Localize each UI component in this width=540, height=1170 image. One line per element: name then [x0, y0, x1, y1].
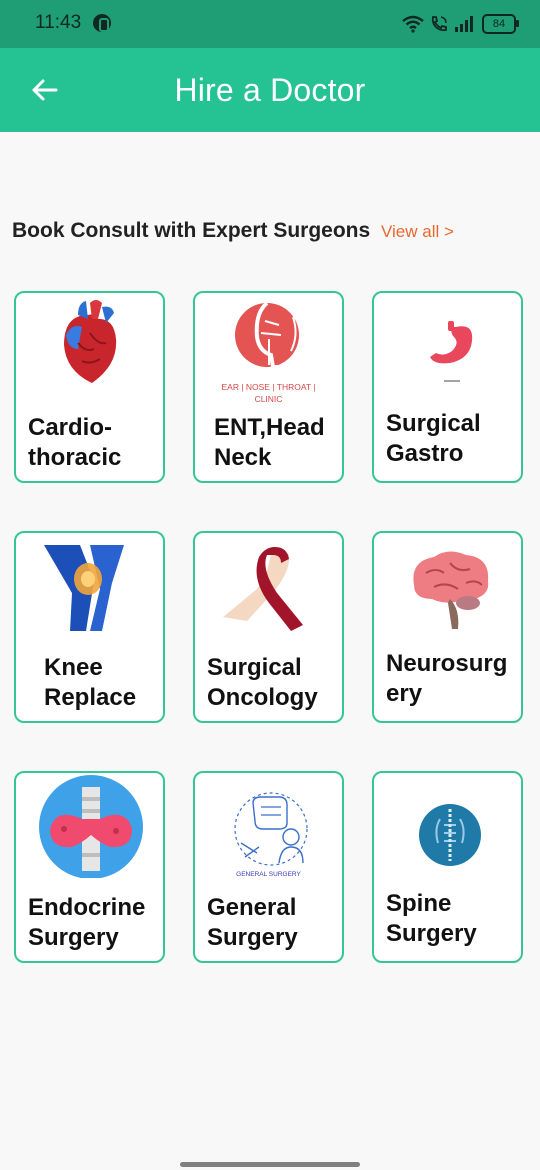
section-title: Book Consult with Expert Surgeons — [12, 219, 371, 242]
thyroid-icon — [39, 775, 143, 878]
specialty-label: Surgical Oncology — [207, 654, 318, 711]
heart-icon — [64, 300, 117, 383]
specialty-label: Surgical Gastro — [386, 410, 481, 467]
specialty-card-surgical-oncology[interactable]: Surgical Oncology — [193, 531, 344, 723]
specialty-card-surgical-gastro[interactable]: Surgical Gastro — [372, 291, 523, 483]
brain-icon — [413, 551, 489, 629]
ribbon-icon — [223, 547, 303, 631]
home-indicator[interactable] — [180, 1162, 360, 1167]
view-all-link[interactable]: View all > — [381, 222, 454, 242]
specialty-label: Spine Surgery — [386, 890, 477, 947]
specialty-label: Neurosurg ery — [386, 650, 508, 707]
general-surgery-icon — [234, 792, 308, 866]
specialty-label: Endocrine Surgery — [28, 894, 146, 951]
specialty-card-spine-surgery[interactable]: Spine Surgery — [372, 771, 523, 963]
status-time: 11:43 — [35, 12, 82, 33]
section-header: Book Consult with Expert Surgeons View a… — [12, 218, 528, 248]
specialty-card-endocrine-surgery[interactable]: Endocrine Surgery — [14, 771, 165, 963]
specialty-label: General Surgery — [207, 894, 298, 951]
specialty-card-general-surgery[interactable]: GENERAL SURGERY General Surgery — [193, 771, 344, 963]
battery-icon: 84 — [482, 14, 519, 34]
specialty-label: ENT,Head Neck — [214, 414, 325, 471]
signal-icon — [455, 16, 473, 32]
page-title: Hire a Doctor — [174, 72, 366, 108]
specialty-card-neurosurgery[interactable]: Neurosurg ery — [372, 531, 523, 723]
specialty-label: Knee Replace — [44, 654, 137, 711]
specialty-card-ent[interactable]: EAR | NOSE | THROAT | CLINIC ENT,Head Ne… — [193, 291, 344, 483]
general-surgery-caption: GENERAL SURGERY — [236, 871, 301, 878]
spine-icon — [419, 804, 481, 866]
wifi-call-icon — [431, 16, 447, 32]
notification-app-icon — [93, 14, 111, 32]
wifi-icon — [402, 15, 424, 33]
status-bar: 11:43 84 — [0, 0, 540, 48]
specialty-label: Cardio- thoracic — [28, 414, 122, 471]
specialty-card-knee-replace[interactable]: Knee Replace — [14, 531, 165, 723]
specialty-card-cardiothoracic[interactable]: Cardio- thoracic — [14, 291, 165, 483]
status-icons: 84 — [402, 13, 519, 35]
app-bar: Hire a Doctor — [0, 48, 540, 132]
stomach-icon — [430, 321, 473, 382]
ent-logo-caption: EAR | NOSE | THROAT | CLINIC — [221, 382, 316, 404]
knee-icon — [44, 545, 124, 631]
